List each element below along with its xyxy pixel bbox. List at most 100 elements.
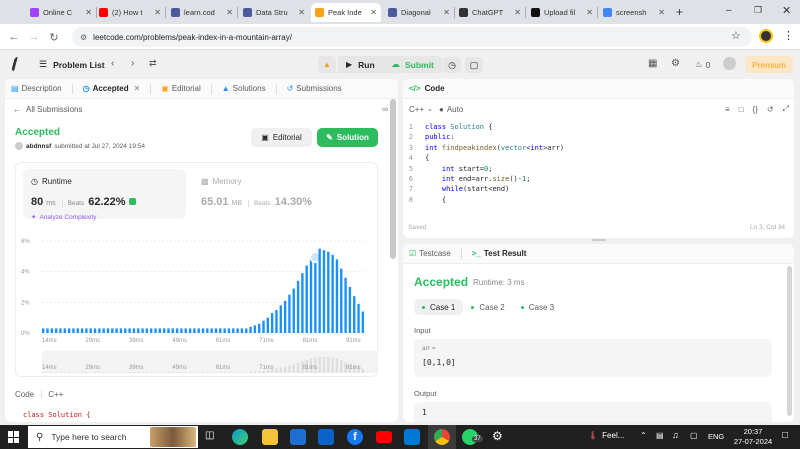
close-tab-icon[interactable]: ✕ (134, 84, 141, 93)
auto-mode[interactable]: Auto (447, 105, 463, 114)
chart-bar[interactable] (348, 287, 352, 333)
chart-bar[interactable] (331, 254, 334, 333)
chart-bar[interactable] (162, 328, 166, 333)
chart-bar[interactable] (188, 328, 192, 333)
chart-bar[interactable] (270, 313, 274, 333)
chart-bar[interactable] (245, 328, 248, 333)
chart-bar[interactable] (357, 303, 360, 333)
tab-accepted[interactable]: ◷ Accepted ✕ (83, 84, 141, 93)
browser-tab[interactable]: Data Stru ✕ (239, 3, 309, 22)
test-scrollbar[interactable] (787, 266, 792, 416)
chart-bar[interactable] (119, 328, 123, 333)
runtime-distribution-chart[interactable]: 6% 4% 2% 0% 14ms 29ms 39ms 49ms 61ms 71ms 81ms 91m… (16, 223, 378, 375)
volume-icon[interactable]: ♫ (672, 430, 679, 440)
vscode-icon[interactable] (404, 429, 420, 445)
tab-submissions[interactable]: ↺ Submissions (287, 84, 342, 93)
chart-bar[interactable] (318, 248, 321, 333)
browser-tab[interactable]: ChatGPT ✕ (455, 3, 525, 22)
chart-bar[interactable] (72, 328, 75, 333)
notes-icon[interactable]: ▢ (465, 57, 483, 73)
chart-bar[interactable] (115, 328, 118, 333)
chart-bar[interactable] (124, 328, 127, 333)
reset-icon[interactable]: ↺ (767, 105, 774, 114)
chart-bar[interactable] (240, 328, 244, 333)
chart-bar[interactable] (340, 268, 343, 333)
system-tray-chevron-icon[interactable]: ⌃ (640, 431, 647, 440)
chart-bar[interactable] (145, 328, 149, 333)
menu-dots-icon[interactable]: ⋮ (783, 29, 794, 42)
browser-tab[interactable]: learn.cod ✕ (167, 3, 237, 22)
chart-bar[interactable] (158, 328, 162, 333)
close-tab-icon[interactable]: ✕ (151, 8, 161, 17)
shuffle-icon[interactable]: ⇄ (149, 58, 157, 69)
close-tab-icon[interactable]: ✕ (583, 8, 593, 17)
settings-gear-icon[interactable]: ⚙ (492, 429, 503, 443)
language-select[interactable]: C++ (409, 105, 424, 114)
case-3-tab[interactable]: Case 3 (513, 299, 562, 315)
chart-bar[interactable] (288, 294, 291, 333)
back-arrow-icon[interactable]: ← (6, 29, 22, 45)
chart-bar[interactable] (335, 259, 339, 333)
tab-test-result[interactable]: >_ Test Result (472, 249, 527, 258)
chart-bar[interactable] (344, 277, 347, 333)
left-scrollbar[interactable] (390, 99, 396, 259)
editorial-button[interactable]: ▣ Editorial (251, 128, 312, 147)
address-bar[interactable]: ⚙ leetcode.com/problems/peak-index-in-a-… (72, 27, 752, 47)
solution-button[interactable]: ✎ Solution (317, 128, 378, 147)
runtime-card[interactable]: ◷ Runtime 80 ms Beats 62.22% ✦ Analyze Com… (23, 169, 186, 222)
output-box[interactable]: 1 (414, 402, 772, 422)
network-icon[interactable]: ▤ (656, 431, 664, 440)
weather-widget[interactable]: 🌡 Feel... (588, 431, 624, 440)
chart-bar[interactable] (219, 328, 222, 333)
new-tab-button[interactable]: + (676, 5, 683, 19)
debug-icon[interactable]: ▲ (318, 56, 336, 73)
chart-bar[interactable] (128, 328, 131, 333)
chart-bar[interactable] (67, 328, 71, 333)
browser-tab[interactable]: Peak Inde ✕ (311, 3, 381, 22)
browser-tab[interactable]: Upload fil ✕ (527, 3, 597, 22)
chart-bar[interactable] (262, 320, 265, 333)
chart-bar[interactable] (249, 326, 252, 333)
chart-bar[interactable] (236, 328, 239, 333)
premium-button[interactable]: Premium (745, 56, 794, 73)
memory-header[interactable]: ▩ Memory (201, 177, 241, 186)
chart-bar[interactable] (141, 328, 144, 333)
chart-bar[interactable] (253, 325, 257, 333)
case-1-tab[interactable]: Case 1 (414, 299, 464, 315)
youtube-icon[interactable] (376, 431, 392, 443)
chart-bar[interactable] (296, 280, 300, 333)
submitter-name[interactable]: abdnnsf (26, 143, 51, 150)
chart-bar[interactable] (175, 328, 179, 333)
chart-bar[interactable] (279, 305, 282, 333)
chart-bar[interactable] (322, 250, 326, 333)
browser-tab[interactable]: Diagonal ✕ (384, 3, 454, 22)
input-box[interactable]: arr = [0,1,0] (414, 339, 772, 377)
chart-bar[interactable] (283, 300, 287, 333)
maximize-button[interactable]: ❐ (754, 5, 762, 16)
analyze-complexity-link[interactable]: ✦ Analyze Complexity (31, 213, 97, 222)
case-2-tab[interactable]: Case 2 (463, 299, 512, 315)
lang-tab-cpp[interactable]: C++ (48, 390, 63, 399)
chart-bar[interactable] (197, 328, 200, 333)
settings-gear-icon[interactable]: ⚙ (671, 58, 680, 69)
site-info-icon[interactable]: ⚙ (80, 33, 87, 42)
clock[interactable]: 20:37 27-07-2024 (733, 427, 773, 447)
chart-bar[interactable] (201, 328, 205, 333)
panel-resize-handle[interactable] (592, 239, 606, 241)
task-view-icon[interactable]: ◫ (205, 430, 214, 441)
code-tab[interactable]: Code (15, 390, 34, 399)
chart-bar[interactable] (309, 257, 313, 333)
tab-solutions[interactable]: ▲ Solutions (222, 84, 266, 93)
tab-description[interactable]: ▤ Description (11, 84, 62, 93)
browser-tab[interactable]: (2) How t ✕ (95, 3, 165, 22)
layout-grid-icon[interactable]: ▦ (648, 58, 657, 69)
share-link-icon[interactable]: ∞ (382, 104, 388, 114)
chart-bar[interactable] (266, 317, 270, 333)
close-tab-icon[interactable]: ✕ (440, 8, 450, 17)
chart-bar[interactable] (132, 328, 136, 333)
leetcode-logo-icon[interactable] (11, 57, 27, 71)
chart-bar[interactable] (102, 328, 105, 333)
close-tab-icon[interactable]: ✕ (511, 8, 521, 17)
chart-bar[interactable] (184, 328, 187, 333)
run-button[interactable]: ▶ Run (338, 56, 383, 73)
